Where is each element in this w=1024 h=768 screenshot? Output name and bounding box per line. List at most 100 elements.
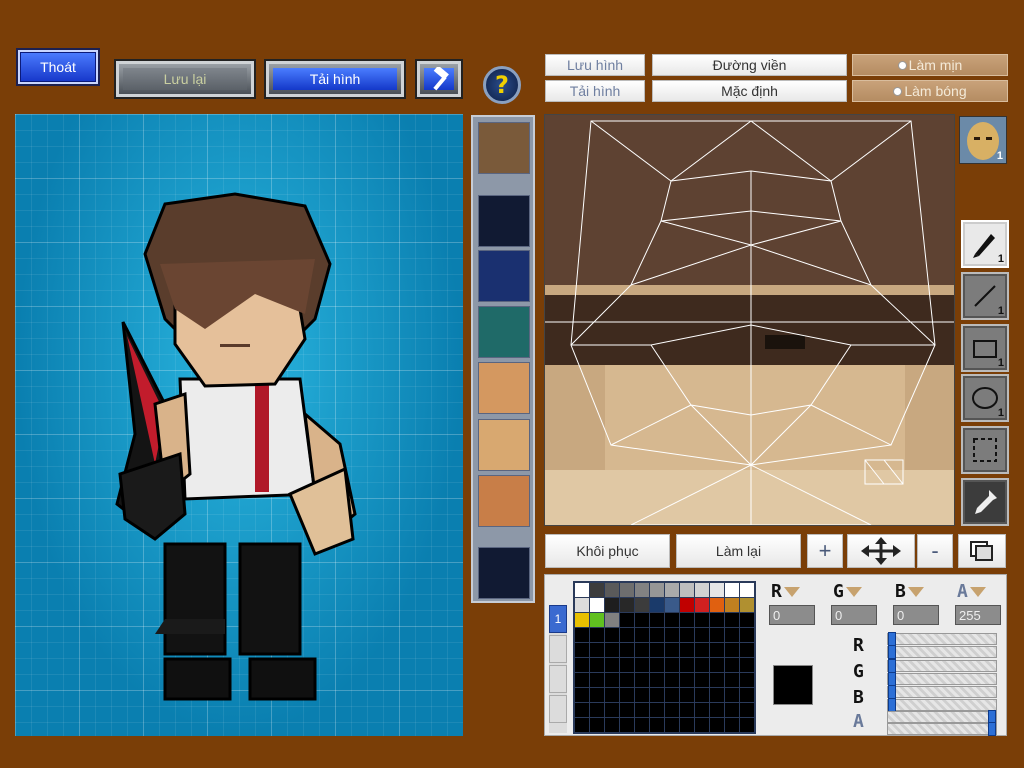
b-value-field[interactable]: 0 xyxy=(893,605,939,625)
palette-swatch[interactable] xyxy=(635,688,649,702)
palette-swatch[interactable] xyxy=(650,673,664,687)
palette-swatch[interactable] xyxy=(635,613,649,627)
palette-swatch[interactable] xyxy=(665,703,679,717)
palette-swatch[interactable] xyxy=(650,643,664,657)
palette-swatch[interactable] xyxy=(590,673,604,687)
character-preview[interactable] xyxy=(15,114,463,736)
palette-swatch[interactable] xyxy=(740,598,754,612)
default-button[interactable]: Mặc định xyxy=(652,80,847,102)
palette-swatch[interactable] xyxy=(665,658,679,672)
b-channel-header[interactable]: B xyxy=(895,581,924,602)
palette-swatch[interactable] xyxy=(695,643,709,657)
palette-swatch[interactable] xyxy=(680,613,694,627)
part-slot-empty[interactable] xyxy=(478,195,530,247)
palette-swatch[interactable] xyxy=(695,673,709,687)
palette-swatch[interactable] xyxy=(635,718,649,732)
g-slider-knob[interactable] xyxy=(888,659,896,673)
palette-swatch[interactable] xyxy=(680,658,694,672)
palette-swatch[interactable] xyxy=(740,718,754,732)
palette-swatch[interactable] xyxy=(590,643,604,657)
palette-swatch[interactable] xyxy=(740,613,754,627)
palette-swatch[interactable] xyxy=(710,613,724,627)
palette-swatch[interactable] xyxy=(665,718,679,732)
palette-swatch[interactable] xyxy=(695,688,709,702)
palette-swatch[interactable] xyxy=(605,598,619,612)
a-slider-2-knob[interactable] xyxy=(988,722,996,736)
palette-swatch[interactable] xyxy=(740,658,754,672)
save-image-button[interactable]: Lưu hình xyxy=(545,54,645,76)
palette-tab-1[interactable]: 1 xyxy=(549,605,567,633)
palette-swatch[interactable] xyxy=(740,703,754,717)
pen-tool[interactable]: 1 xyxy=(961,220,1009,268)
palette-swatch[interactable] xyxy=(575,628,589,642)
save-button[interactable]: Lưu lại xyxy=(114,59,256,99)
palette-swatch[interactable] xyxy=(740,688,754,702)
line-tool[interactable]: 1 xyxy=(961,272,1009,320)
palette-swatch[interactable] xyxy=(605,583,619,597)
palette-swatch[interactable] xyxy=(695,628,709,642)
palette-swatch[interactable] xyxy=(680,598,694,612)
palette-swatch[interactable] xyxy=(665,613,679,627)
palette-swatch[interactable] xyxy=(695,598,709,612)
palette-swatch[interactable] xyxy=(605,703,619,717)
r-channel-header[interactable]: R xyxy=(771,581,800,602)
zoom-out-button[interactable]: - xyxy=(917,534,953,568)
g-slider-2-knob[interactable] xyxy=(888,672,896,686)
g-slider-2[interactable] xyxy=(887,672,997,686)
outline-button[interactable]: Đường viền xyxy=(652,54,847,76)
a-value-field[interactable]: 255 xyxy=(955,605,1001,625)
palette-swatch[interactable] xyxy=(710,598,724,612)
palette-swatch[interactable] xyxy=(680,583,694,597)
b-slider[interactable] xyxy=(887,685,997,699)
palette-swatch[interactable] xyxy=(635,643,649,657)
palette-swatch[interactable] xyxy=(725,628,739,642)
palette-swatch[interactable] xyxy=(590,658,604,672)
palette-swatch[interactable] xyxy=(740,673,754,687)
palette-swatch[interactable] xyxy=(665,688,679,702)
palette-swatch[interactable] xyxy=(725,613,739,627)
color-palette[interactable] xyxy=(573,581,756,734)
palette-swatch[interactable] xyxy=(650,583,664,597)
palette-swatch[interactable] xyxy=(575,598,589,612)
palette-swatch[interactable] xyxy=(575,583,589,597)
palette-swatch[interactable] xyxy=(650,658,664,672)
palette-swatch[interactable] xyxy=(650,703,664,717)
g-channel-header[interactable]: G xyxy=(833,581,862,602)
part-slot-face-a[interactable] xyxy=(478,362,530,414)
palette-swatch[interactable] xyxy=(575,643,589,657)
palette-swatch[interactable] xyxy=(590,703,604,717)
palette-swatch[interactable] xyxy=(590,613,604,627)
move-button[interactable] xyxy=(847,534,915,568)
palette-tab-4[interactable] xyxy=(549,695,567,723)
palette-swatch[interactable] xyxy=(680,688,694,702)
palette-swatch[interactable] xyxy=(710,628,724,642)
palette-swatch[interactable] xyxy=(620,718,634,732)
palette-swatch[interactable] xyxy=(740,643,754,657)
palette-swatch[interactable] xyxy=(575,703,589,717)
palette-swatch[interactable] xyxy=(650,628,664,642)
palette-swatch[interactable] xyxy=(620,643,634,657)
palette-swatch[interactable] xyxy=(695,718,709,732)
b-slider-knob[interactable] xyxy=(888,685,896,699)
shade-radio[interactable] xyxy=(893,86,903,96)
palette-swatch[interactable] xyxy=(650,598,664,612)
palette-swatch[interactable] xyxy=(710,673,724,687)
palette-swatch[interactable] xyxy=(680,718,694,732)
palette-swatch[interactable] xyxy=(695,658,709,672)
palette-swatch[interactable] xyxy=(605,628,619,642)
part-slot-empty-2[interactable] xyxy=(478,547,530,599)
ellipse-tool[interactable]: 1 xyxy=(961,374,1009,422)
palette-swatch[interactable] xyxy=(575,718,589,732)
palette-swatch[interactable] xyxy=(665,628,679,642)
palette-swatch[interactable] xyxy=(650,613,664,627)
palette-swatch[interactable] xyxy=(620,688,634,702)
palette-swatch[interactable] xyxy=(590,718,604,732)
palette-swatch[interactable] xyxy=(590,598,604,612)
palette-swatch[interactable] xyxy=(665,583,679,597)
palette-swatch[interactable] xyxy=(590,583,604,597)
palette-swatch[interactable] xyxy=(695,583,709,597)
part-slot-face-b[interactable] xyxy=(478,419,530,471)
g-slider[interactable] xyxy=(887,659,997,673)
load-image-button[interactable]: Tải hình xyxy=(545,80,645,102)
palette-swatch[interactable] xyxy=(650,688,664,702)
